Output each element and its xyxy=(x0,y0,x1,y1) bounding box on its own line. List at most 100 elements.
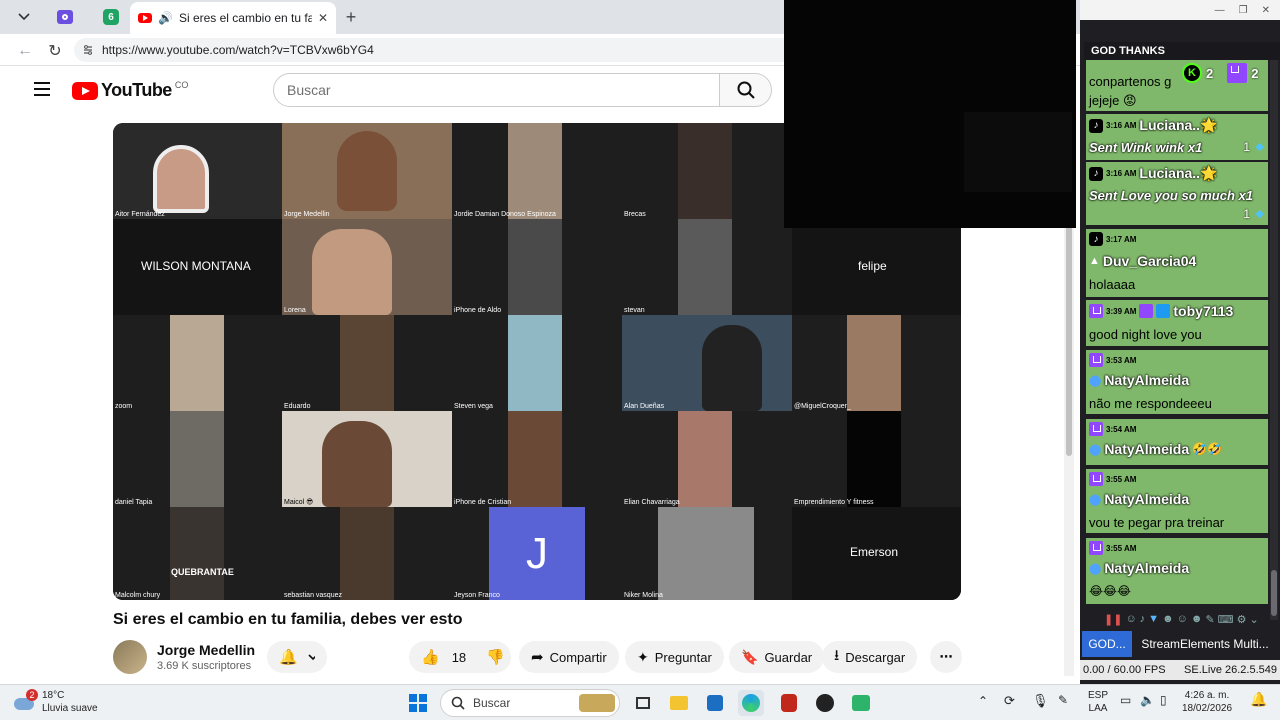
channel-avatar[interactable] xyxy=(113,640,147,674)
participant-tile: Elian Chavarriaga xyxy=(622,411,792,507)
download-button[interactable]: ⭳ Descargar xyxy=(822,641,918,673)
reload-button[interactable]: ↻ xyxy=(44,40,66,62)
message-text: jejeje 😡 xyxy=(1089,93,1137,108)
participant-name: Aitor Fernández xyxy=(115,211,165,218)
subscriber-count: 3.69 K suscriptores xyxy=(157,660,252,672)
ask-button[interactable]: ✦ Preguntar xyxy=(625,641,724,673)
brave-icon xyxy=(781,694,797,712)
avatar-letter: J xyxy=(526,528,548,578)
status-bar: 0.00 / 60.00 FPS SE.Live 26.2.5.549 xyxy=(1080,660,1280,680)
site-info-icon[interactable] xyxy=(82,44,94,56)
tab-youtube-video[interactable]: 🔊 Si eres el cambio en tu familia ✕ xyxy=(130,2,336,34)
chat-message: 3:55 AM ⬤ NatyAlmeida vou te pegar pra tr… xyxy=(1086,469,1268,533)
emote-icon[interactable]: ☺ xyxy=(1177,613,1188,625)
settings-icon[interactable]: ⚙ xyxy=(1237,613,1247,626)
network-icon[interactable]: ▭ xyxy=(1120,694,1131,707)
url-field[interactable]: https://www.youtube.com/watch?v=TCBVxw6b… xyxy=(74,38,794,62)
save-button[interactable]: 🔖 Guardar xyxy=(729,641,825,673)
tab-list-button[interactable] xyxy=(10,6,38,28)
participant-tile: iPhone de Cristian xyxy=(452,411,622,507)
tab-god[interactable]: GOD... xyxy=(1082,631,1132,657)
partner-badge-icon: ⬤ xyxy=(1089,493,1102,506)
message-text: 🤣🤣 xyxy=(1192,442,1223,456)
back-button[interactable]: ← xyxy=(14,40,36,62)
participant-name: sebastian vasquez xyxy=(284,592,342,599)
bell-icon[interactable]: ♪ xyxy=(1140,613,1146,625)
participant-tile: sebastian vasquez xyxy=(282,507,452,600)
pen-icon[interactable]: ✎ xyxy=(1058,694,1068,707)
chat-message: 3:54 AM ⬤ NatyAlmeida 🤣🤣 xyxy=(1086,419,1268,465)
participant-tile: daniel Tapia xyxy=(113,411,282,507)
close-icon[interactable]: ✕ xyxy=(1262,5,1270,16)
app-version: SE.Live 26.2.5.549 xyxy=(1184,664,1277,676)
partner-badge-icon: ⬤ xyxy=(1089,562,1102,575)
search-input[interactable]: Buscar xyxy=(273,73,720,107)
chat-scrollbar[interactable] xyxy=(1270,60,1278,620)
share-button[interactable]: ➦ Compartir xyxy=(519,641,619,673)
sync-icon[interactable]: ⟳ xyxy=(1004,694,1015,707)
menu-icon[interactable] xyxy=(34,82,50,96)
participant-name: iPhone de Aldo xyxy=(454,307,502,314)
minimize-icon[interactable]: — xyxy=(1215,5,1225,16)
notifications-icon[interactable]: 🔔 xyxy=(1250,692,1267,706)
pinned-tab-six[interactable]: 6 xyxy=(96,6,126,28)
gift-quantity: 1 xyxy=(1243,140,1250,154)
tool-icon[interactable]: ✎ xyxy=(1205,613,1214,626)
like-button[interactable]: 👍 18 👎 xyxy=(409,641,511,673)
video-title: Si eres el cambio en tu familia, debes v… xyxy=(113,611,463,628)
message-text: 😂😂😂 xyxy=(1089,584,1132,598)
pause-icon[interactable]: ❚❚ xyxy=(1104,613,1122,626)
more-actions-button[interactable]: ⋯ xyxy=(930,641,962,673)
start-button[interactable] xyxy=(405,690,431,716)
chat-message: ♪ 3:16 AM Luciana..🌟 Sent Wink wink x1 1 ◆ xyxy=(1086,114,1268,160)
overlay-video-window[interactable] xyxy=(784,0,1076,228)
tray-overflow-icon[interactable]: ⌃ xyxy=(978,695,988,708)
taskbar-search[interactable]: Buscar xyxy=(440,689,620,717)
store-icon xyxy=(707,695,723,711)
thumbs-down-icon[interactable]: 👎 xyxy=(486,648,505,666)
participant-big-name: WILSON MONTANA xyxy=(141,259,251,273)
taskbar-app[interactable] xyxy=(666,690,692,716)
emote-icon[interactable]: ☺ xyxy=(1125,613,1136,625)
expand-icon[interactable]: ⌄ xyxy=(1249,613,1258,626)
notifications-button[interactable]: 🔔 xyxy=(267,641,327,673)
emote-icon[interactable]: ☻ xyxy=(1162,613,1174,625)
maximize-icon[interactable]: ❐ xyxy=(1239,5,1248,16)
window-controls: — ❐ ✕ xyxy=(1080,0,1280,20)
channel-name[interactable]: Jorge Medellin xyxy=(157,642,255,658)
youtube-logo[interactable]: YouTube CO xyxy=(72,80,188,101)
emote-icon[interactable]: ☻ xyxy=(1191,613,1203,625)
participant-tile: iPhone de Aldo xyxy=(452,219,622,315)
filter-icon[interactable]: ▼ xyxy=(1148,613,1159,625)
weather-widget[interactable]: 2 18°C Lluvia suave xyxy=(14,689,98,715)
keyboard-icon[interactable]: ⌨ xyxy=(1218,613,1234,626)
arrow-left-icon: ← xyxy=(17,42,33,59)
download-label: Descargar xyxy=(845,649,906,665)
taskbar-app[interactable] xyxy=(776,690,802,716)
taskbar-app[interactable] xyxy=(848,690,874,716)
battery-icon[interactable]: ▯ xyxy=(1160,694,1167,707)
tab-streamelements[interactable]: StreamElements Multi... xyxy=(1132,631,1278,657)
taskbar-app[interactable] xyxy=(812,690,838,716)
message-text: Sent Wink wink x1 xyxy=(1089,140,1203,155)
message-time: 3:16 AM xyxy=(1106,169,1137,178)
speaker-icon[interactable]: 🔊 xyxy=(158,11,173,25)
scrollbar-thumb[interactable] xyxy=(1271,570,1277,616)
taskbar-app[interactable] xyxy=(702,690,728,716)
search-button[interactable] xyxy=(719,73,772,107)
participant-big-name: felipe xyxy=(858,259,887,273)
taskbar-app[interactable] xyxy=(630,690,656,716)
participant-name: Jeyson Franco xyxy=(454,592,500,599)
microphone-icon[interactable]: 🎙 xyxy=(1032,694,1049,707)
new-tab-button[interactable]: + xyxy=(340,6,362,28)
tab-label: GOD... xyxy=(1088,637,1126,651)
partner-badge-icon: ⬤ xyxy=(1089,443,1102,456)
pinned-tab-camera[interactable] xyxy=(50,6,80,28)
language-indicator[interactable]: ESP LAA xyxy=(1088,689,1108,715)
close-icon[interactable]: ✕ xyxy=(318,11,328,25)
participant-name: Maicol 😎 xyxy=(284,499,314,506)
taskbar-app[interactable] xyxy=(738,690,764,716)
clock[interactable]: 4:26 a. m. 18/02/2026 xyxy=(1182,689,1232,715)
participant-tile: J Jeyson Franco xyxy=(452,507,622,600)
volume-icon[interactable]: 🔈 xyxy=(1140,694,1155,707)
